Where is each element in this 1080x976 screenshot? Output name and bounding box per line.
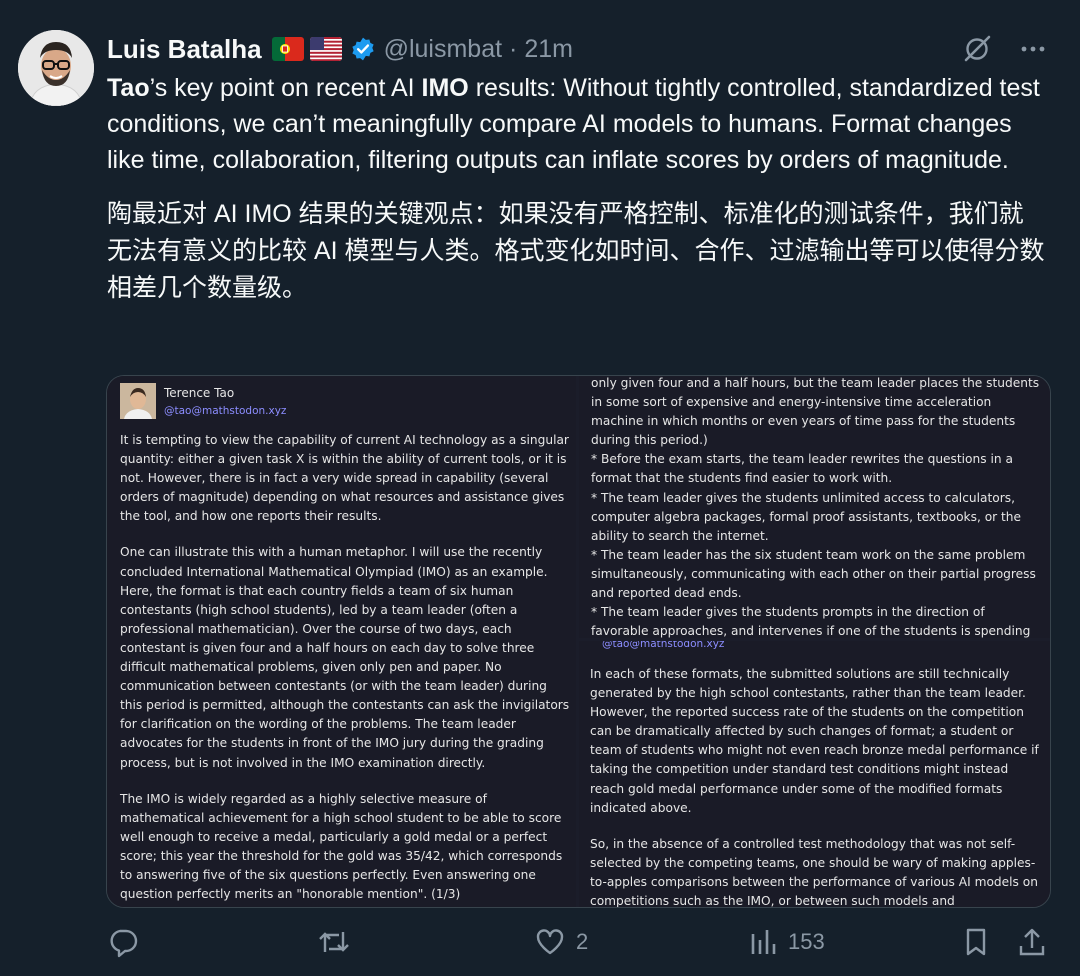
toot-body: only given four and a half hours, but th…: [591, 376, 1043, 638]
toot-body: In each of these formats, the submitted …: [590, 665, 1042, 907]
like-button[interactable]: 2: [534, 926, 588, 958]
tweet-media[interactable]: Terence Tao @tao@mathstodon.xyz It is te…: [106, 375, 1051, 908]
usa-flag-icon: [309, 37, 342, 61]
grok-icon[interactable]: [962, 34, 992, 64]
toot-body: It is tempting to view the capability of…: [120, 431, 570, 907]
views-button[interactable]: 153: [748, 926, 825, 958]
share-button[interactable]: [1017, 926, 1047, 958]
flag-emojis: [271, 37, 342, 61]
heart-icon: [536, 929, 564, 955]
tweet-action-bar: 2 153: [107, 926, 1047, 970]
toot-author-handle: @tao@mathstodon.xyz: [164, 405, 287, 417]
header-actions: [962, 34, 1048, 64]
media-pane-right-top: only given four and a half hours, but th…: [579, 376, 1050, 638]
tweet-header: Luis Batalha @luismbat · 21m: [107, 30, 1050, 68]
toot-line: * The team leader gives the students pro…: [591, 605, 1031, 638]
tweet-text: Tao’s key point on recent AI IMO results…: [107, 70, 1047, 307]
author-handle[interactable]: @luismbat · 21m: [384, 35, 573, 64]
portugal-flag-icon: [271, 37, 304, 61]
toot-paragraph: It is tempting to view the capability of…: [120, 433, 569, 524]
toot-paragraph: The IMO is widely regarded as a highly s…: [120, 791, 563, 902]
toot-line: only given four and a half hours, but th…: [591, 376, 1040, 448]
verified-badge-icon: [351, 37, 374, 61]
retweet-button[interactable]: [317, 926, 361, 958]
toot-author-avatar: [120, 383, 156, 419]
more-options-icon[interactable]: [1018, 34, 1048, 64]
mention-tao: Tao: [107, 74, 150, 102]
toot-line: * The team leader gives the students unl…: [591, 490, 1022, 543]
toot-author-handle: @tao@mathstodon.xyz: [602, 641, 725, 650]
views-count: 153: [788, 929, 825, 954]
retweet-icon: [319, 932, 349, 952]
reply-icon: [110, 929, 138, 958]
like-count: 2: [576, 929, 589, 954]
tweet-text-chinese: 陶最近对 AI IMO 结果的关键观点：如果没有严格控制、标准化的测试条件，我们…: [107, 200, 1045, 302]
bookmark-icon: [966, 928, 986, 956]
toot-paragraph: In each of these formats, the submitted …: [590, 667, 1039, 815]
bookmark-button[interactable]: [962, 926, 990, 958]
bold-imo: IMO: [421, 74, 469, 102]
toot-line: * The team leader has the six student te…: [591, 547, 1036, 601]
author-avatar[interactable]: [18, 30, 94, 106]
media-pane-left: Terence Tao @tao@mathstodon.xyz It is te…: [107, 376, 576, 907]
media-pane-right-bottom: @tao@mathstodon.xyz In each of these for…: [579, 641, 1050, 907]
toot-paragraph: So, in the absence of a controlled test …: [590, 836, 1038, 907]
tweet-text-english: Tao’s key point on recent AI IMO results…: [107, 74, 1040, 174]
author-name[interactable]: Luis Batalha: [107, 34, 262, 65]
toot-line: * Before the exam starts, the team leade…: [591, 452, 1013, 486]
analytics-icon: [751, 930, 776, 954]
reply-button[interactable]: [107, 926, 149, 958]
toot-author-name: Terence Tao: [164, 386, 235, 400]
share-icon: [1019, 928, 1045, 956]
tweet-time: 21m: [524, 34, 573, 63]
toot-paragraph: One can illustrate this with a human met…: [120, 545, 570, 770]
